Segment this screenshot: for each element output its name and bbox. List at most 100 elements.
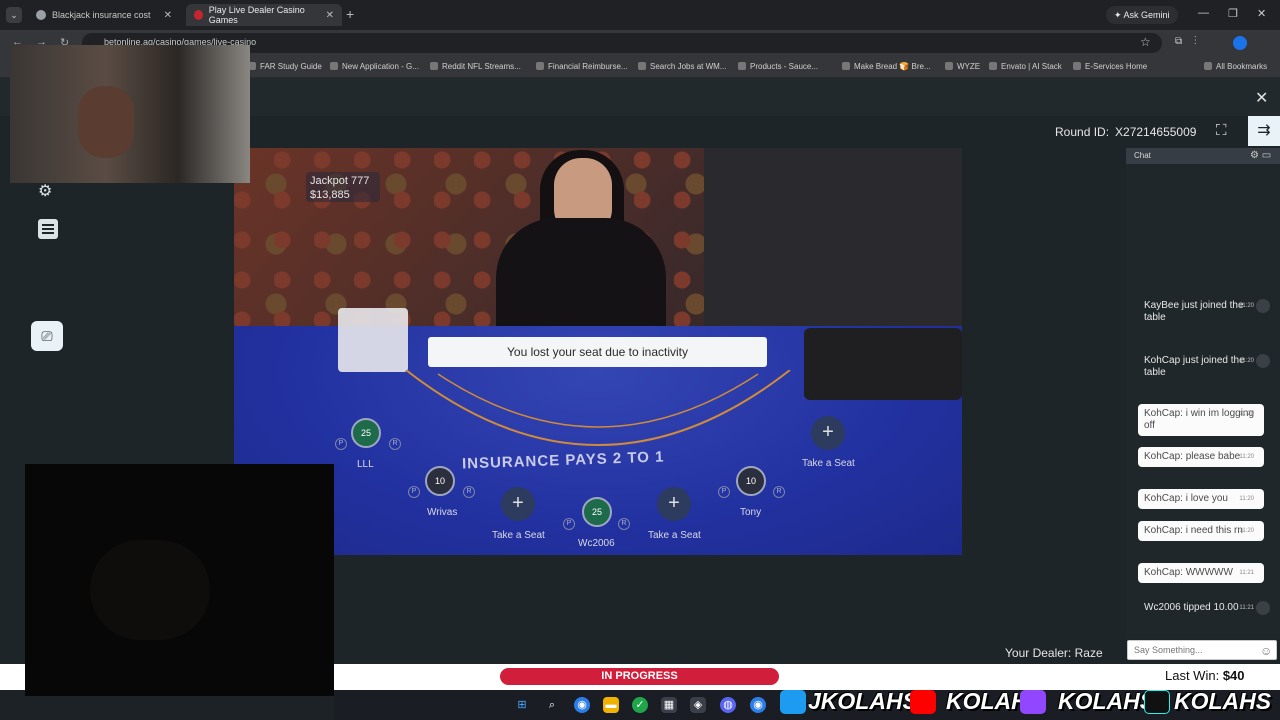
twitter-icon [780, 690, 806, 714]
chat-message: KayBee just joined the table 11:20 [1138, 296, 1270, 328]
tiktok-icon [1144, 690, 1170, 714]
close-window-icon[interactable]: ✕ [1257, 7, 1266, 20]
chrome-icon[interactable]: ◉ [574, 697, 590, 713]
status-bar [0, 664, 25, 690]
seat-r-icon: R [463, 486, 475, 498]
tiktok-handle: KOLAHS [1174, 688, 1272, 714]
menu-toggle-icon[interactable]: ⇉ [1248, 116, 1280, 146]
chat-message-text: KohCap: WWWWW [1144, 567, 1233, 578]
chat-message: KohCap: i love you 11:20 [1138, 489, 1264, 509]
take-seat-button[interactable]: + [657, 487, 691, 521]
bookmark-item[interactable]: FAR Study Guide [248, 62, 322, 71]
status-bar [334, 664, 1280, 690]
close-tab-icon[interactable]: ✕ [326, 10, 334, 21]
fullscreen-icon[interactable]: ⛶ [1216, 122, 1227, 139]
chat-message-text: KohCap just joined the table [1144, 355, 1245, 378]
webcam-face [78, 86, 134, 158]
bookmark-item[interactable]: Envato | AI Stack [989, 62, 1062, 71]
chip-icon [1256, 299, 1270, 313]
last-win: Last Win: $40 [1165, 668, 1245, 683]
seat-p-icon: P [408, 486, 420, 498]
restore-icon[interactable]: ❐ [1228, 7, 1238, 20]
chat-message-time: 11:21 [1239, 605, 1254, 611]
store-icon[interactable]: ▦ [661, 697, 677, 713]
tab-live-dealer[interactable]: Play Live Dealer Casino Games ✕ [186, 4, 342, 26]
chat-message: KohCap: i need this rn 11:20 [1138, 521, 1264, 541]
betonline-icon [194, 10, 203, 20]
chat-message: KohCap: WWWWW 11:21 [1138, 563, 1264, 583]
chat-message: KohCap: please babe 11:20 [1138, 447, 1264, 467]
bookmark-item[interactable]: WYZE [945, 62, 980, 71]
close-game-icon[interactable]: ✕ [1255, 88, 1268, 108]
bookmark-item[interactable]: Reddit NFL Streams... [430, 62, 521, 71]
seat-chip[interactable]: 10 [425, 466, 455, 496]
settings-gear-icon[interactable]: ⚙ [38, 181, 52, 201]
chat-settings-icon[interactable]: ⚙ ▭ [1250, 150, 1271, 161]
profile-avatar[interactable] [1233, 36, 1247, 50]
bookmark-item[interactable]: Search Jobs at WM... [638, 62, 726, 71]
video-camera-icon[interactable]: ⎚ [31, 321, 63, 351]
tab-blackjack-insurance[interactable]: Blackjack insurance cost ✕ [28, 4, 180, 26]
bookmark-star-icon[interactable]: ☆ [1140, 35, 1151, 49]
take-seat-label[interactable]: Take a Seat [802, 458, 855, 469]
chat-message-time: 11:20 [1239, 496, 1254, 502]
table-arc [405, 370, 791, 446]
chat-input[interactable] [1127, 640, 1277, 660]
inactivity-notice: You lost your seat due to inactivity [428, 337, 767, 367]
seat-chip[interactable]: 10 [736, 466, 766, 496]
tab-label: Play Live Dealer Casino Games [208, 5, 305, 25]
ask-gemini-label: Ask Gemini [1123, 10, 1170, 20]
bookmark-item[interactable]: Make Bread 🍞 Bre... [842, 62, 931, 71]
file-explorer-icon[interactable]: ▬ [603, 697, 619, 713]
chat-message-text: KohCap: please babe [1144, 451, 1241, 462]
chat-message-time: 11:20 [1239, 411, 1254, 417]
status-badge: IN PROGRESS [500, 668, 779, 685]
youtube-icon [910, 690, 936, 714]
bookmark-item[interactable]: E-Services Home [1073, 62, 1147, 71]
jackpot-badge: Jackpot 777 $13,885 [306, 172, 380, 202]
app-icon[interactable]: ✓ [632, 697, 648, 713]
bookmark-item[interactable]: New Application - G... [330, 62, 419, 71]
discord-icon[interactable]: ◍ [720, 697, 736, 713]
jackpot-title: Jackpot 777 [310, 175, 370, 187]
youtube-handle: KOLAH [946, 688, 1028, 714]
bookmark-item[interactable]: Products - Sauce... [738, 62, 818, 71]
history-document-icon[interactable] [38, 219, 58, 239]
seat-chip[interactable]: 25 [582, 497, 612, 527]
app-icon[interactable]: ◈ [690, 697, 706, 713]
chip-icon [1256, 354, 1270, 368]
take-seat-button[interactable]: + [811, 416, 845, 450]
bookmark-item[interactable]: Financial Reimburse... [536, 62, 628, 71]
chrome-icon[interactable]: ◉ [750, 697, 766, 713]
take-seat-button[interactable]: + [501, 487, 535, 521]
seat-chip[interactable]: 25 [351, 418, 381, 448]
new-tab-button[interactable]: + [346, 6, 354, 22]
all-bookmarks[interactable]: All Bookmarks [1204, 62, 1267, 71]
dealer-name: Your Dealer: Raze [1005, 646, 1103, 660]
ask-gemini-button[interactable]: ✦ Ask Gemini [1106, 6, 1178, 24]
windows-start-icon[interactable]: ⊞ [514, 697, 530, 713]
twitch-handle: KOLAHS [1058, 688, 1156, 714]
search-icon[interactable]: ⌕ [544, 697, 560, 713]
round-id-value: X27214655009 [1115, 125, 1197, 139]
last-win-value: $40 [1222, 668, 1245, 683]
player-name: Wrivas [427, 507, 458, 518]
chat-message-time: 11:21 [1239, 570, 1254, 576]
webcam-silhouette [90, 540, 210, 640]
close-tab-icon[interactable]: ✕ [164, 10, 172, 21]
extensions-icon[interactable]: ⧉⋮ [1175, 36, 1209, 47]
round-id: Round ID: X27214655009 [1049, 125, 1196, 139]
round-id-label: Round ID: [1055, 125, 1110, 139]
chat-message-text: KayBee just joined the table [1144, 300, 1244, 323]
tab-list-button[interactable]: ⌄ [6, 7, 22, 23]
emoji-icon[interactable]: ☺ [1260, 644, 1272, 658]
take-seat-label[interactable]: Take a Seat [648, 530, 701, 541]
take-seat-label[interactable]: Take a Seat [492, 530, 545, 541]
seat-r-icon: R [773, 486, 785, 498]
minimize-icon[interactable]: — [1198, 7, 1209, 19]
chat-message-time: 11:20 [1239, 454, 1254, 460]
player-name: Tony [740, 507, 762, 518]
chat-message: KohCap just joined the table 11:20 [1138, 351, 1270, 383]
jackpot-value: $13,885 [310, 189, 350, 201]
last-win-label: Last Win: [1165, 668, 1220, 683]
